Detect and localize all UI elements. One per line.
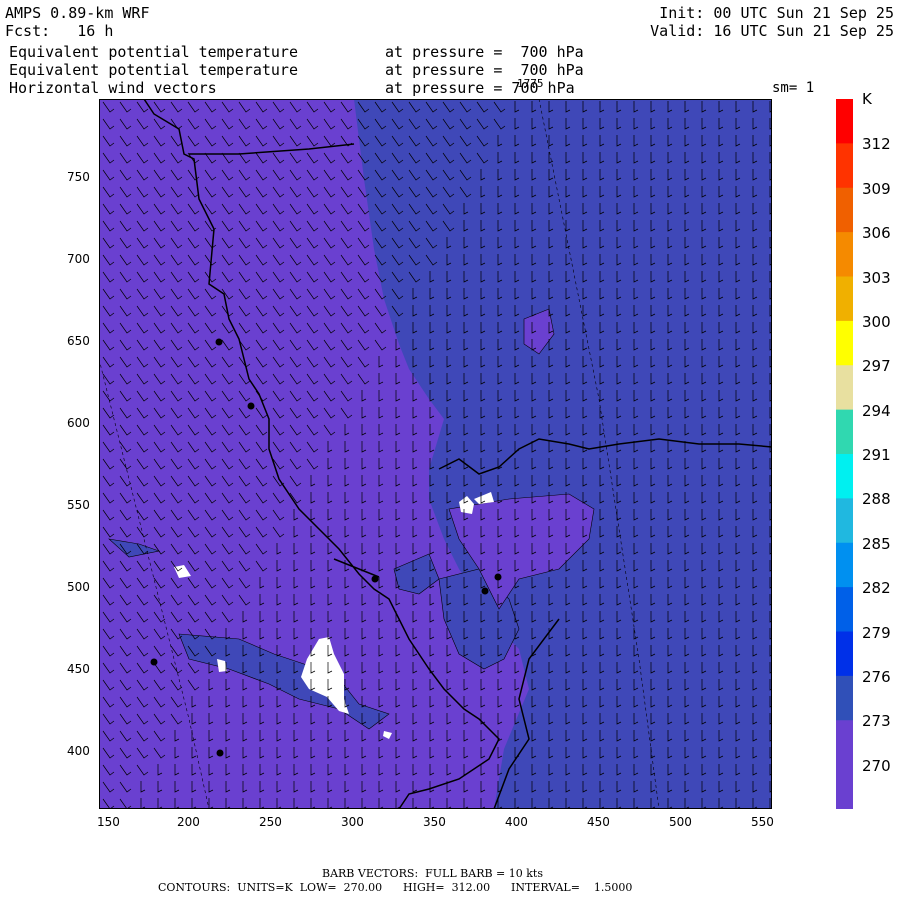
colorbar-level: 300 bbox=[862, 312, 891, 331]
y-tick: 650 bbox=[67, 334, 90, 348]
y-tick: 700 bbox=[67, 252, 90, 266]
x-tick: 250 bbox=[259, 815, 282, 829]
colorbar-band bbox=[836, 631, 853, 677]
colorbar-level: 273 bbox=[862, 712, 891, 731]
y-tick: 450 bbox=[67, 662, 90, 676]
station-marker bbox=[371, 575, 379, 583]
colorbar-level: 297 bbox=[862, 357, 891, 376]
valid-time: Valid: 16 UTC Sun 21 Sep 25 bbox=[650, 22, 894, 40]
colorbar-unit: K bbox=[862, 90, 872, 108]
init-time: Init: 00 UTC Sun 21 Sep 25 bbox=[659, 4, 894, 22]
colorbar-band bbox=[836, 675, 853, 721]
x-tick: 350 bbox=[423, 815, 446, 829]
field2-level: at pressure = 700 hPa bbox=[385, 61, 584, 79]
x-tick: 500 bbox=[669, 815, 692, 829]
colorbar-band bbox=[836, 498, 853, 544]
y-tick: 500 bbox=[67, 580, 90, 594]
x-tick: 200 bbox=[177, 815, 200, 829]
colorbar-level: 306 bbox=[862, 224, 891, 243]
field1-name: Equivalent potential temperature bbox=[9, 43, 298, 61]
y-tick: 400 bbox=[67, 744, 90, 758]
field3-level: at pressure = 700 hPa bbox=[385, 79, 575, 97]
colorbar-level: 282 bbox=[862, 579, 891, 598]
colorbar-level: 276 bbox=[862, 667, 891, 686]
map-plot bbox=[99, 99, 772, 809]
colorbar-level: 279 bbox=[862, 623, 891, 642]
field1-level: at pressure = 700 hPa bbox=[385, 43, 584, 61]
x-tick: 550 bbox=[751, 815, 774, 829]
colorbar-band bbox=[836, 143, 853, 189]
colorbar-level: 288 bbox=[862, 490, 891, 509]
colorbar-level: 303 bbox=[862, 268, 891, 287]
x-tick: 400 bbox=[505, 815, 528, 829]
station-marker bbox=[247, 402, 255, 410]
station-marker bbox=[216, 749, 224, 757]
colorbar-level: 294 bbox=[862, 401, 891, 420]
colorbar-band bbox=[836, 764, 853, 809]
colorbar-band bbox=[836, 454, 853, 499]
barb-legend: BARB VECTORS: FULL BARB = 10 kts bbox=[322, 867, 543, 880]
colorbar-band bbox=[836, 409, 853, 455]
colorbar-band bbox=[836, 587, 853, 632]
colorbar-level: 285 bbox=[862, 534, 891, 553]
y-tick: 750 bbox=[67, 170, 90, 184]
x-tick: 300 bbox=[341, 815, 364, 829]
station-marker bbox=[215, 338, 223, 346]
colorbar-band bbox=[836, 542, 853, 588]
model-title: AMPS 0.89-km WRF bbox=[5, 4, 150, 22]
colorbar-band bbox=[836, 320, 853, 366]
colorbar-band bbox=[836, 276, 853, 322]
colorbar-band bbox=[836, 365, 853, 411]
colorbar-level: 270 bbox=[862, 756, 891, 775]
contour-legend: CONTOURS: UNITS=K LOW= 270.00 HIGH= 312.… bbox=[158, 881, 633, 894]
colorbar-band bbox=[836, 99, 853, 144]
field3-name: Horizontal wind vectors bbox=[9, 79, 217, 97]
y-tick: 600 bbox=[67, 416, 90, 430]
smoothing-label: sm= 1 bbox=[772, 80, 815, 96]
x-tick: 150 bbox=[97, 815, 120, 829]
station-marker bbox=[150, 658, 158, 666]
colorbar-band bbox=[836, 187, 853, 233]
colorbar-band bbox=[836, 720, 853, 766]
station-marker bbox=[481, 587, 489, 595]
x-tick: 450 bbox=[587, 815, 610, 829]
colorbar-level: 309 bbox=[862, 179, 891, 198]
y-tick: 550 bbox=[67, 498, 90, 512]
overlay-label: 1775 bbox=[517, 77, 544, 90]
colorbar-band bbox=[836, 232, 853, 277]
forecast-hour: Fcst: 16 h bbox=[5, 22, 114, 40]
colorbar-level: 312 bbox=[862, 135, 891, 154]
colorbar bbox=[836, 99, 853, 809]
colorbar-level: 291 bbox=[862, 446, 891, 464]
field2-name: Equivalent potential temperature bbox=[9, 61, 298, 79]
